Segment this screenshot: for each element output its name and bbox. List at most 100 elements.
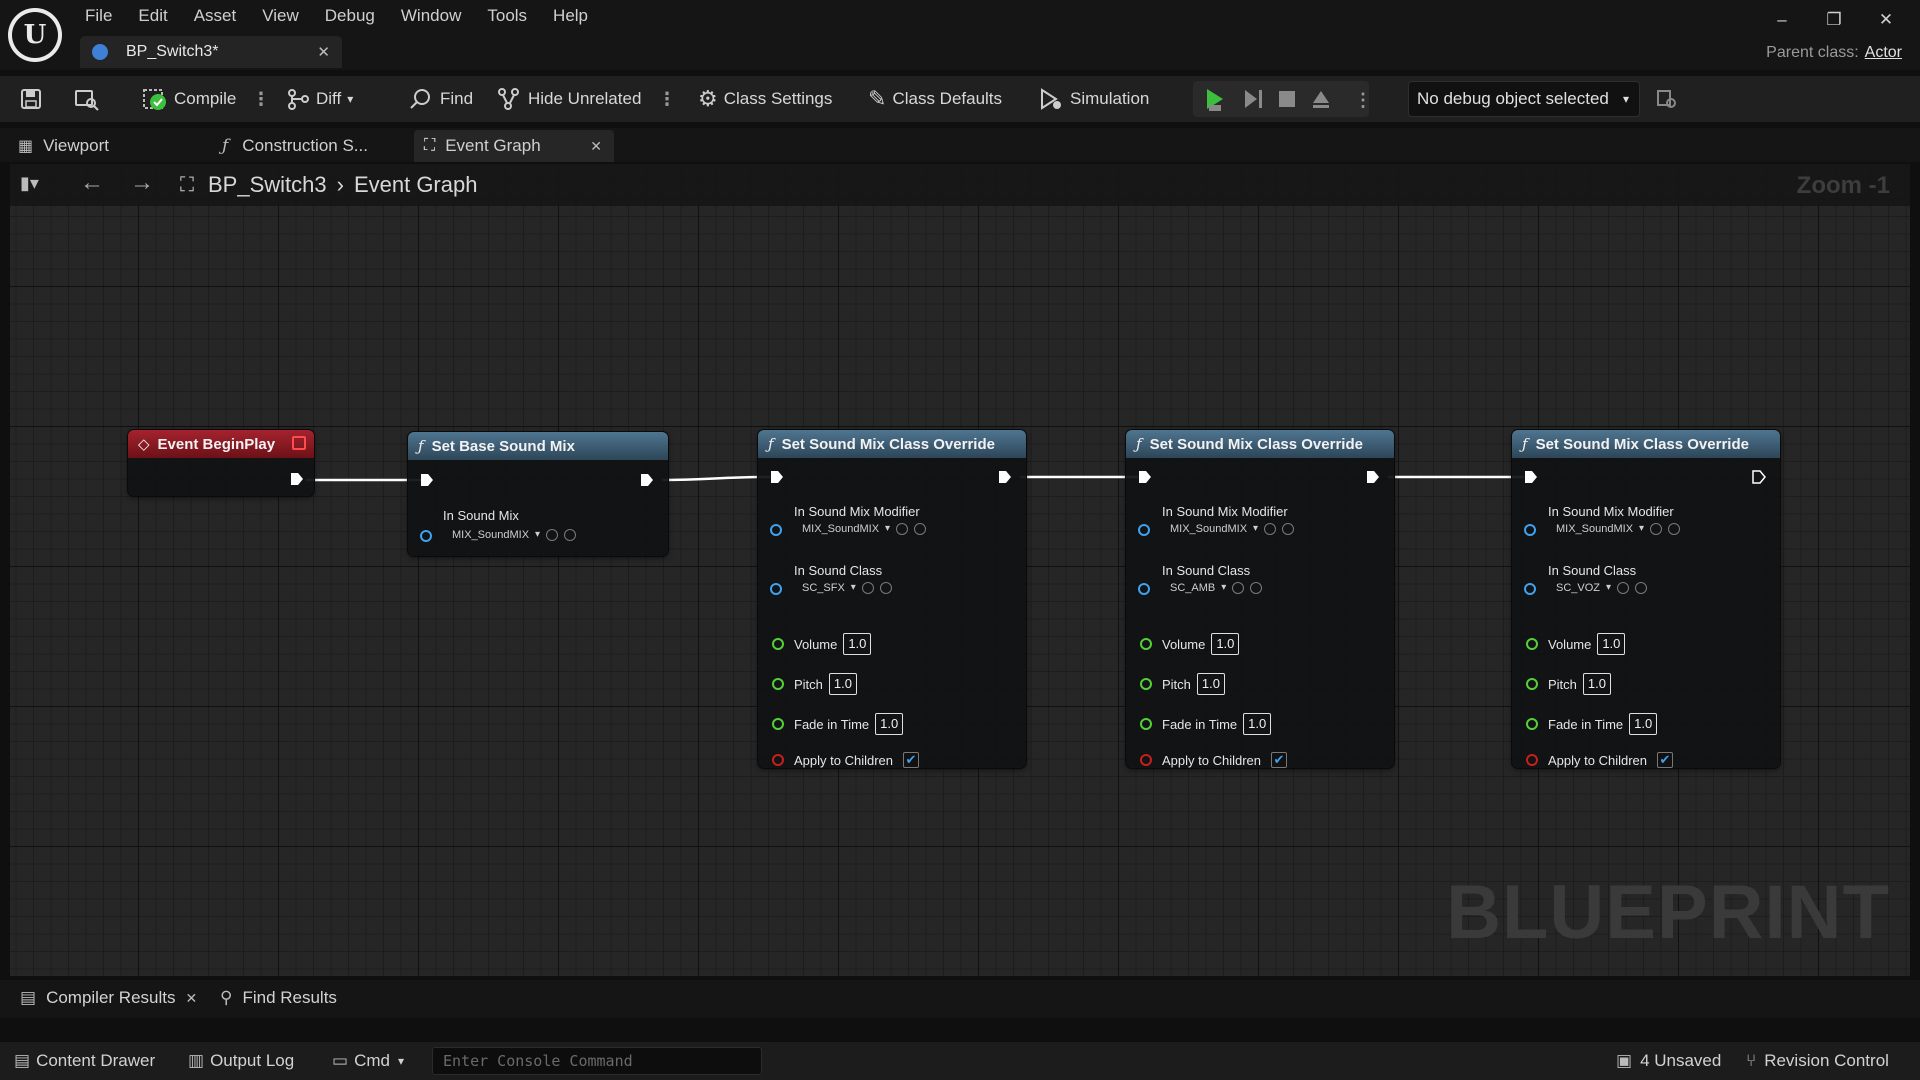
bool-pin[interactable]	[1140, 754, 1152, 766]
hide-unrelated-options-button[interactable]: ⋮	[658, 85, 676, 113]
node-event-beginplay[interactable]: ◇ Event BeginPlay	[128, 430, 314, 496]
float-pin[interactable]	[772, 718, 784, 730]
sound-mix-dropdown[interactable]: MIX_SoundMIX ▾	[452, 526, 577, 544]
sound-class-dropdown[interactable]: SC_VOZ ▾	[1556, 579, 1648, 597]
find-button[interactable]: Find	[408, 85, 473, 113]
console-command-input[interactable]: Enter Console Command	[432, 1047, 762, 1075]
use-selected-icon[interactable]	[1617, 582, 1630, 594]
exec-out-pin[interactable]	[290, 472, 304, 486]
sound-mix-modifier-dropdown[interactable]: MIX_SoundMIX ▾	[1556, 520, 1681, 538]
browse-asset-icon[interactable]	[564, 529, 577, 541]
sound-class-dropdown[interactable]: SC_AMB ▾	[1170, 579, 1263, 597]
simulation-button[interactable]: Simulation	[1038, 85, 1149, 113]
apply-checkbox[interactable]: ✔	[1271, 752, 1287, 768]
output-log-button[interactable]: ▥ Output Log	[188, 1051, 294, 1071]
fade-input[interactable]: 1.0	[1243, 713, 1272, 735]
browse-asset-icon[interactable]	[879, 582, 892, 594]
diff-button[interactable]: Diff ▾	[286, 85, 353, 113]
pitch-input[interactable]: 1.0	[828, 673, 857, 695]
unreal-logo-icon[interactable]: U	[8, 8, 62, 62]
exec-out-pin-unconnected[interactable]	[1752, 470, 1766, 484]
float-pin[interactable]	[1526, 718, 1538, 730]
sound-class-dropdown[interactable]: SC_SFX ▾	[802, 579, 892, 597]
debug-browse-button[interactable]	[1656, 85, 1678, 113]
exec-out-pin[interactable]	[1366, 470, 1380, 484]
fade-input[interactable]: 1.0	[1629, 713, 1658, 735]
pitch-input[interactable]: 1.0	[1582, 673, 1611, 695]
hide-unrelated-button[interactable]: Hide Unrelated	[496, 85, 641, 113]
play-icon[interactable]	[1207, 89, 1223, 111]
menu-debug[interactable]: Debug	[312, 4, 388, 28]
exec-in-pin[interactable]	[420, 473, 434, 487]
use-selected-icon[interactable]	[896, 523, 909, 535]
event-graph-canvas[interactable]: ▮▾ ← → ⛶ BP_Switch3 › Event Graph Zoom -…	[10, 164, 1910, 976]
node-set-sound-mix-class-override-2[interactable]: ƒ Set Sound Mix Class Override In Sound …	[1126, 430, 1394, 768]
class-settings-button[interactable]: ⚙ Class Settings	[698, 85, 832, 113]
apply-checkbox[interactable]: ✔	[903, 752, 919, 768]
menu-window[interactable]: Window	[388, 4, 474, 28]
compile-options-button[interactable]: ⋮	[252, 85, 270, 113]
content-drawer-button[interactable]: ▤ Content Drawer	[14, 1051, 155, 1071]
float-pin[interactable]	[772, 638, 784, 650]
parent-class-link[interactable]: Actor	[1865, 44, 1902, 61]
browse-asset-icon[interactable]	[1282, 523, 1295, 535]
debug-object-select[interactable]: No debug object selected ▾	[1408, 81, 1640, 117]
volume-input[interactable]: 1.0	[1211, 633, 1240, 655]
float-pin[interactable]	[772, 678, 784, 690]
document-tab[interactable]: BP_Switch3* ✕	[80, 36, 342, 68]
menu-file[interactable]: File	[72, 4, 125, 28]
fade-input[interactable]: 1.0	[875, 713, 904, 735]
object-pin[interactable]	[770, 524, 782, 536]
browse-asset-icon[interactable]	[1668, 523, 1681, 535]
menu-view[interactable]: View	[249, 4, 312, 28]
close-window-icon[interactable]: ✕	[1860, 10, 1912, 30]
float-pin[interactable]	[1140, 638, 1152, 650]
sound-mix-modifier-dropdown[interactable]: MIX_SoundMIX ▾	[802, 520, 927, 538]
exec-out-pin[interactable]	[998, 470, 1012, 484]
stop-icon[interactable]	[1279, 91, 1295, 107]
node-set-base-sound-mix[interactable]: ƒ Set Base Sound Mix In Sound Mix MIX_So…	[408, 432, 668, 556]
delegate-pin-icon[interactable]	[292, 436, 306, 450]
tab-event-graph[interactable]: ⛶ Event Graph ✕	[414, 130, 614, 162]
play-options-icon[interactable]: ⋮	[1354, 90, 1372, 110]
volume-input[interactable]: 1.0	[1597, 633, 1626, 655]
object-pin[interactable]	[1524, 583, 1536, 595]
tab-compiler-results[interactable]: ▤ Compiler Results ✕	[20, 988, 197, 1008]
apply-checkbox[interactable]: ✔	[1657, 752, 1673, 768]
eject-icon[interactable]	[1313, 91, 1329, 108]
tab-construction-script[interactable]: ƒ Construction S...	[222, 130, 368, 162]
close-tab-icon[interactable]: ✕	[590, 138, 602, 155]
menu-asset[interactable]: Asset	[181, 4, 250, 28]
use-selected-icon[interactable]	[1650, 523, 1663, 535]
object-pin[interactable]	[420, 530, 432, 542]
browse-asset-icon[interactable]	[914, 523, 927, 535]
menu-help[interactable]: Help	[540, 4, 601, 28]
browse-button[interactable]	[74, 85, 100, 113]
float-pin[interactable]	[1140, 678, 1152, 690]
sound-mix-modifier-dropdown[interactable]: MIX_SoundMIX ▾	[1170, 520, 1295, 538]
exec-out-pin[interactable]	[640, 473, 654, 487]
minimize-icon[interactable]: –	[1756, 10, 1808, 30]
object-pin[interactable]	[770, 583, 782, 595]
class-defaults-button[interactable]: ✎ Class Defaults	[868, 85, 1002, 113]
node-set-sound-mix-class-override-1[interactable]: ƒ Set Sound Mix Class Override In Sound …	[758, 430, 1026, 768]
bool-pin[interactable]	[772, 754, 784, 766]
use-selected-icon[interactable]	[546, 529, 559, 541]
step-icon[interactable]	[1245, 90, 1262, 108]
menu-edit[interactable]: Edit	[125, 4, 180, 28]
save-button[interactable]	[20, 85, 42, 113]
exec-in-pin[interactable]	[770, 470, 784, 484]
restore-icon[interactable]: ❐	[1808, 10, 1860, 30]
use-selected-icon[interactable]	[1264, 523, 1277, 535]
cmd-dropdown[interactable]: ▭ Cmd ▾	[332, 1051, 404, 1071]
revision-control-button[interactable]: ⑂ Revision Control	[1746, 1051, 1889, 1071]
pitch-input[interactable]: 1.0	[1196, 673, 1225, 695]
tab-viewport[interactable]: ▦ Viewport	[18, 130, 109, 162]
use-selected-icon[interactable]	[861, 582, 874, 594]
bool-pin[interactable]	[1526, 754, 1538, 766]
object-pin[interactable]	[1138, 583, 1150, 595]
close-tab-icon[interactable]: ✕	[317, 43, 330, 61]
tab-find-results[interactable]: ⚲ Find Results	[220, 988, 337, 1008]
exec-in-pin[interactable]	[1138, 470, 1152, 484]
float-pin[interactable]	[1140, 718, 1152, 730]
